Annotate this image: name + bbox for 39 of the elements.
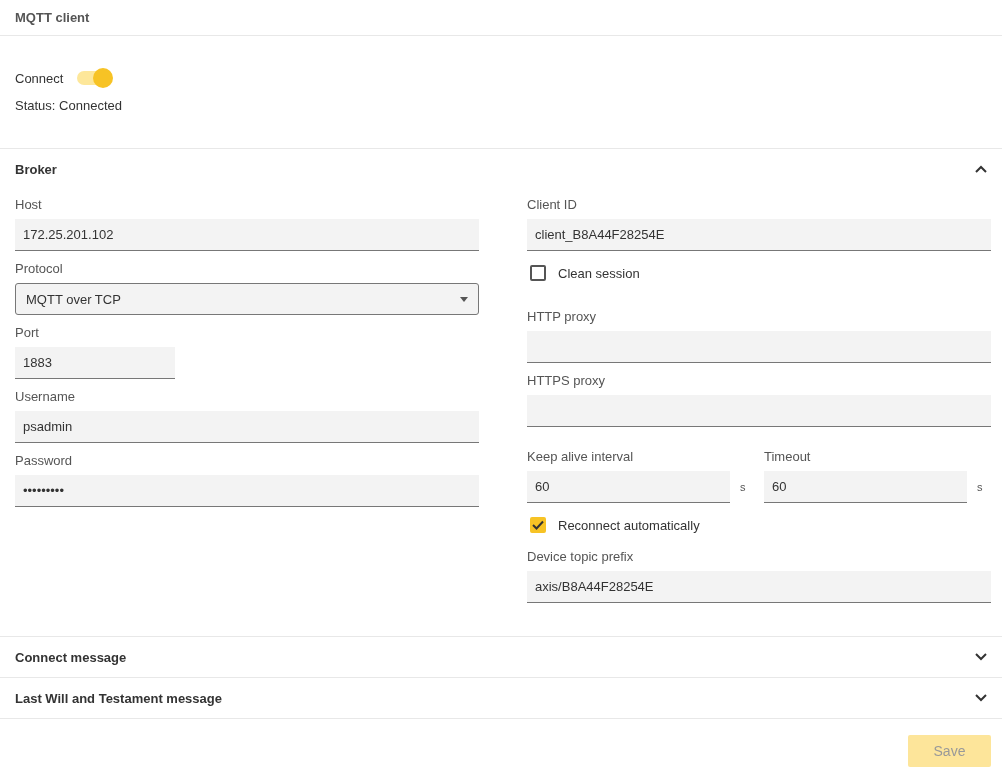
input-field[interactable] (527, 395, 991, 427)
input-field[interactable]: client_B8A44F28254E (527, 219, 991, 251)
field-label: Client ID (527, 196, 578, 214)
toggle-switch[interactable] (77, 71, 112, 85)
section-title: Connect message (15, 649, 127, 665)
toggle-label: Connect (15, 70, 64, 86)
dropdown-value: MQTT over TCP (26, 291, 121, 307)
caret-icon (460, 296, 468, 302)
section-title: Last Will and Testament message (15, 690, 222, 706)
input-field[interactable]: axis/B8A44F28254E (527, 571, 991, 603)
dropdown[interactable]: MQTT over TCP (15, 283, 479, 315)
chevron-up-icon[interactable] (975, 165, 987, 173)
chevron-down-icon[interactable] (975, 653, 987, 661)
field-label: Keep alive interval (527, 448, 635, 466)
input-field[interactable]: ••••••••• (15, 475, 479, 507)
field-label: Device topic prefix (527, 548, 635, 566)
unit-label: s (740, 480, 747, 495)
input-field[interactable]: 60 (527, 471, 730, 503)
field-label: Host (15, 196, 43, 214)
input-field[interactable]: 172.25.201.102 (15, 219, 479, 251)
field-label: Username (15, 388, 76, 406)
input-field[interactable] (527, 331, 991, 363)
field-label: Password (15, 452, 74, 470)
section-title: Broker (15, 161, 57, 177)
input-field[interactable]: 1883 (15, 347, 175, 379)
field-label: Timeout (764, 448, 812, 466)
status-text: Status: Connected (15, 97, 123, 115)
field-label: HTTPS proxy (527, 372, 606, 390)
unit-label: s (977, 480, 984, 495)
field-label: Port (15, 324, 40, 342)
checkbox-label: Clean session (558, 265, 640, 281)
input-field[interactable]: psadmin (15, 411, 479, 443)
input-field[interactable]: 60 (764, 471, 967, 503)
chevron-down-icon[interactable] (975, 694, 987, 702)
field-label: HTTP proxy (527, 308, 598, 326)
checkbox-label: Reconnect automatically (558, 517, 700, 533)
field-label: Protocol (15, 260, 64, 278)
checkbox[interactable] (530, 265, 546, 281)
page-title: MQTT client (15, 10, 90, 25)
